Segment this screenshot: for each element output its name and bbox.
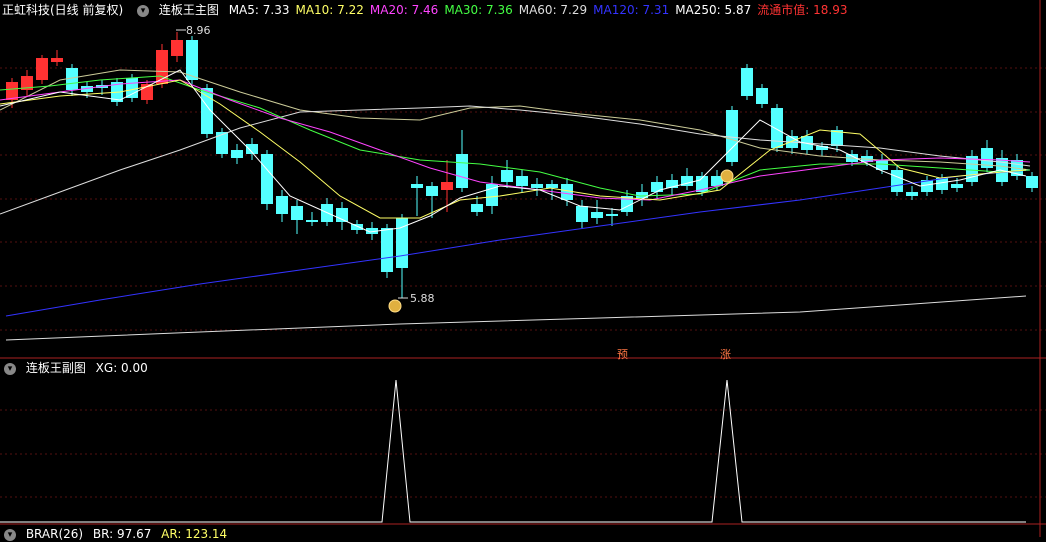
- candle: [576, 206, 588, 222]
- candle: [171, 40, 183, 56]
- candle: [51, 58, 63, 62]
- candle: [381, 228, 393, 272]
- candle: [441, 182, 453, 190]
- ma5-line: [0, 69, 1027, 233]
- rise-tag: 涨: [720, 348, 731, 361]
- coin-icon: [388, 299, 402, 313]
- ma30-line: [0, 75, 1031, 197]
- candle: [651, 182, 663, 192]
- candle: [906, 192, 918, 196]
- candle: [456, 154, 468, 188]
- candle: [591, 212, 603, 218]
- candle: [891, 170, 903, 192]
- candle: [501, 170, 513, 182]
- ma20-line: [0, 79, 1031, 201]
- high-price-label: 8.96: [186, 24, 211, 37]
- candle: [726, 110, 738, 162]
- ma250-line: [5, 295, 1027, 341]
- pre-tag: 预: [617, 348, 628, 361]
- candle: [306, 220, 318, 222]
- candle: [771, 108, 783, 148]
- candle: [231, 150, 243, 158]
- candle: [6, 82, 18, 100]
- coin-icon: [720, 169, 734, 183]
- price-chart[interactable]: [0, 0, 1046, 537]
- candle: [291, 206, 303, 220]
- candle: [276, 196, 288, 214]
- candle: [471, 204, 483, 212]
- candle: [261, 154, 273, 204]
- candle: [741, 68, 753, 96]
- candle: [951, 184, 963, 188]
- candle: [531, 184, 543, 188]
- candle: [186, 40, 198, 80]
- candle: [36, 58, 48, 80]
- candle: [561, 184, 573, 200]
- candle: [351, 224, 363, 230]
- candle: [426, 186, 438, 196]
- candle: [546, 184, 558, 188]
- candle: [516, 176, 528, 186]
- low-price-label: 5.88: [410, 292, 435, 305]
- candle: [606, 214, 618, 216]
- candle: [1026, 176, 1038, 188]
- ma120-line: [5, 169, 1031, 317]
- xg-signal-line: [0, 379, 1026, 523]
- candle: [756, 88, 768, 104]
- candle: [216, 132, 228, 154]
- candle: [411, 184, 423, 188]
- candle: [126, 78, 138, 98]
- ma10-line: [0, 79, 1027, 219]
